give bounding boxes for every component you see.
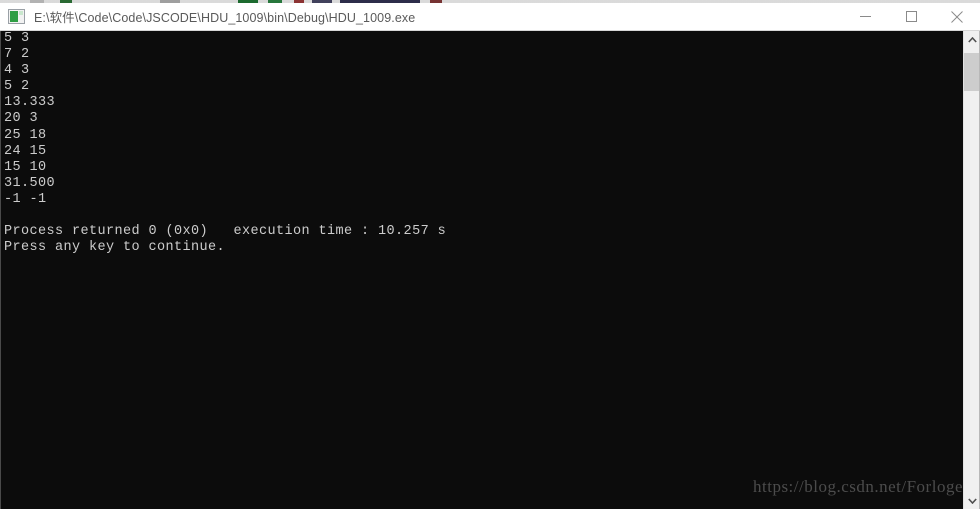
scroll-down-button[interactable] [964,492,980,509]
chevron-up-icon [967,36,977,43]
scroll-up-button[interactable] [964,31,980,48]
close-button[interactable] [934,3,980,30]
watermark-url: https://blog.csdn.net/Forlogen [753,477,972,496]
console-output-area[interactable]: 5 3 7 2 4 3 5 2 13.333 20 3 25 18 24 15 … [0,31,963,509]
console-window: E:\软件\Code\Code\JSCODE\HDU_1009\bin\Debu… [0,0,980,509]
scrollbar-track[interactable] [964,48,980,492]
title-bar[interactable]: E:\软件\Code\Code\JSCODE\HDU_1009\bin\Debu… [0,3,980,31]
window-title: E:\软件\Code\Code\JSCODE\HDU_1009\bin\Debu… [34,11,416,25]
minimize-icon [859,16,871,17]
title-bar-left: E:\软件\Code\Code\JSCODE\HDU_1009\bin\Debu… [0,7,842,26]
console-app-icon [8,9,25,24]
scrollbar-thumb[interactable] [964,53,980,91]
maximize-icon [905,11,917,22]
vertical-scrollbar[interactable] [963,31,980,509]
chevron-down-icon [967,497,977,504]
console-output-text: 5 3 7 2 4 3 5 2 13.333 20 3 25 18 24 15 … [4,31,447,256]
window-controls [842,3,980,30]
maximize-button[interactable] [888,3,934,30]
minimize-button[interactable] [842,3,888,30]
close-icon [951,10,963,23]
